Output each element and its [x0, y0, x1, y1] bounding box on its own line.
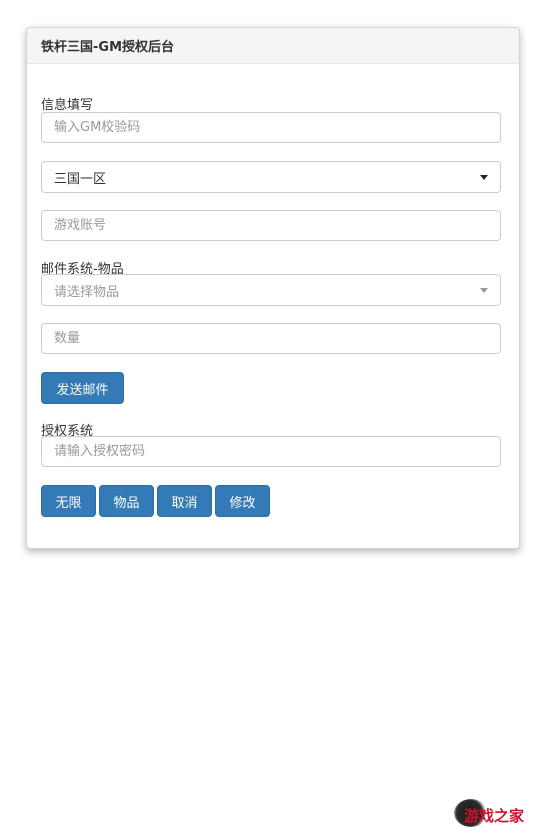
chevron-down-icon [480, 174, 488, 180]
account-input[interactable] [41, 210, 501, 241]
quantity-input[interactable] [41, 323, 501, 354]
item-select-placeholder: 请选择物品 [54, 284, 120, 300]
info-section-label: 信息填写 [41, 98, 94, 113]
item-select[interactable]: 请选择物品 [41, 274, 501, 306]
modify-button[interactable]: 修改 [215, 485, 270, 517]
cancel-button[interactable]: 取消 [157, 485, 212, 517]
gm-code-input[interactable] [41, 112, 501, 143]
send-mail-button[interactable]: 发送邮件 [41, 372, 124, 404]
watermark-text: 游戏之家 [464, 807, 525, 825]
auth-password-input[interactable] [41, 436, 501, 467]
gm-panel: 铁杆三国-GM授权后台 信息填写 三国一区 邮件系统-物品 请选择物品 发送邮件… [26, 27, 520, 549]
watermark-logo: 游戏之家 [452, 795, 534, 831]
item-button[interactable]: 物品 [99, 485, 154, 517]
unlimited-button[interactable]: 无限 [41, 485, 96, 517]
panel-title: 铁杆三国-GM授权后台 [41, 40, 175, 55]
chevron-down-icon [480, 287, 488, 293]
server-select-value: 三国一区 [54, 171, 107, 187]
server-select[interactable]: 三国一区 [41, 161, 501, 193]
panel-header: 铁杆三国-GM授权后台 [27, 28, 519, 64]
